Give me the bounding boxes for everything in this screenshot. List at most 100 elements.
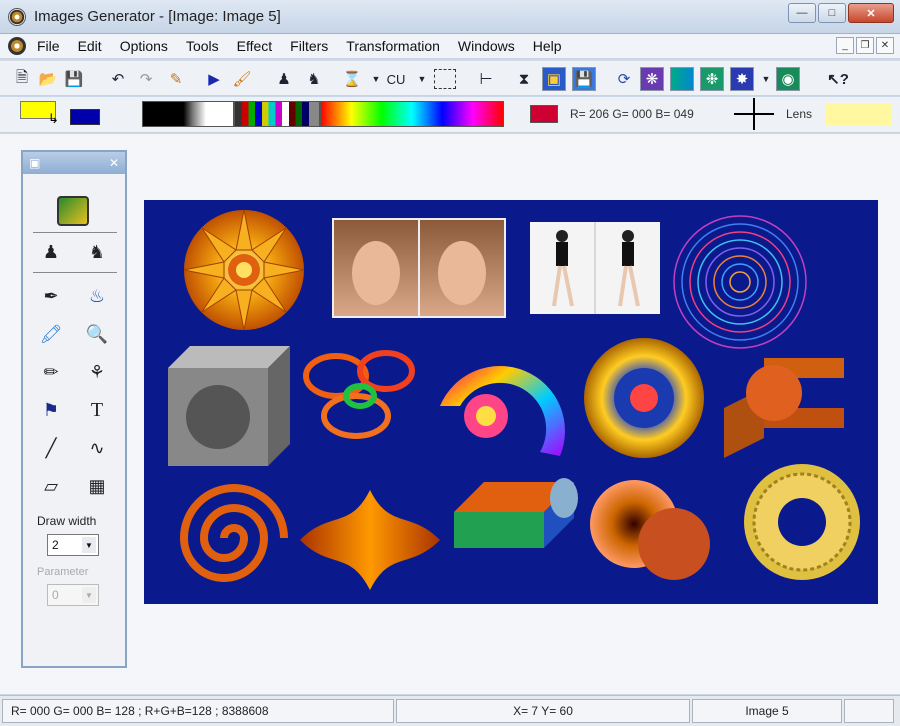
menu-options[interactable]: Options (111, 38, 177, 54)
document-icon[interactable] (8, 37, 26, 55)
minimize-button[interactable]: — (788, 3, 816, 23)
menu-bar: File Edit Options Tools Effect Filters T… (0, 34, 900, 58)
frame-icon[interactable]: ▣ (542, 67, 566, 91)
cube-image (168, 346, 290, 466)
gradient-icon[interactable] (670, 67, 694, 91)
parameter-value: 0 (52, 588, 59, 602)
play-icon[interactable]: ▶ (202, 67, 226, 91)
menu-effect[interactable]: Effect (228, 38, 282, 54)
open-folder-icon[interactable]: 📂 (36, 67, 60, 91)
panel-icon: ▣ (29, 156, 41, 170)
grayscale-palette[interactable] (142, 101, 234, 127)
stamp-icon[interactable]: ♟ (272, 67, 296, 91)
spiral-image (179, 484, 288, 582)
draw-width-value: 2 (52, 538, 59, 552)
shapes-tool-icon[interactable] (57, 196, 89, 226)
redo-icon[interactable]: ↷ (134, 67, 158, 91)
menu-help[interactable]: Help (524, 38, 571, 54)
chevron-down-icon[interactable]: ▼ (410, 67, 434, 91)
zoom-tool-icon[interactable]: 🔍 (83, 320, 111, 348)
lens-label: Lens (786, 107, 813, 121)
portrait-pair-image (332, 218, 506, 318)
texture-icon[interactable]: ◉ (776, 67, 800, 91)
menu-windows[interactable]: Windows (449, 38, 524, 54)
polygon-tool-icon[interactable]: ▱ (37, 472, 65, 500)
spectrum-palette[interactable] (320, 101, 504, 127)
rgb-readout: R= 206 G= 000 B= 049 (570, 107, 694, 121)
spray-tool-icon[interactable]: ⚘ (83, 358, 111, 386)
close-button[interactable]: ✕ (848, 3, 894, 23)
menu-transformation[interactable]: Transformation (337, 38, 449, 54)
lens-preview (826, 103, 892, 125)
pattern-icon[interactable]: ❋ (640, 67, 664, 91)
status-extra (844, 699, 894, 723)
flip-icon[interactable]: ⧗ (512, 67, 536, 91)
pen-tool-icon[interactable]: ✏ (37, 358, 65, 386)
menu-edit[interactable]: Edit (69, 38, 111, 54)
divider (33, 272, 117, 273)
menu-tools[interactable]: Tools (177, 38, 228, 54)
size-button[interactable]: CU (384, 67, 408, 91)
new-file-icon[interactable]: 🗎 (10, 67, 34, 91)
status-color-info: R= 000 G= 000 B= 128 ; R+G+B=128 ; 83886… (2, 699, 394, 723)
status-image-name: Image 5 (692, 699, 842, 723)
save-icon[interactable]: 💾 (62, 67, 86, 91)
draw-width-label: Draw width (37, 514, 97, 528)
crosshair-preview (734, 98, 774, 130)
spirograph-image (673, 215, 807, 349)
clone-icon[interactable]: ♞ (302, 67, 326, 91)
doc-restore-button[interactable]: ❐ (856, 37, 874, 54)
tools-panel: ▣ ✕ ♟ ♞ ✒ ♨ 🖍 🔍 ✏ ⚘ ⚑ T ╱ ∿ ▱ ▦ Draw wid… (21, 150, 127, 668)
sunflower-image (183, 209, 305, 331)
refresh-icon[interactable]: ⟳ (612, 67, 636, 91)
swap-colors-icon[interactable]: ↳ (48, 111, 59, 127)
maximize-button[interactable]: □ (818, 3, 846, 23)
chevron-down-icon[interactable]: ▼ (82, 537, 96, 553)
app-icon[interactable] (8, 7, 26, 26)
title-bar: Images Generator - [Image: Image 5] — □ … (0, 0, 900, 34)
fill-bucket-tool-icon[interactable]: ♨ (83, 282, 111, 310)
curve-tool-icon[interactable]: ∿ (83, 434, 111, 462)
text-tool-icon[interactable]: T (83, 396, 111, 424)
chevron-down-icon: ▼ (82, 587, 96, 603)
selection-icon[interactable] (434, 69, 456, 89)
doc-minimize-button[interactable]: _ (836, 37, 854, 54)
hourglass-icon[interactable]: ⌛ (340, 67, 364, 91)
line-tool-icon[interactable]: ╱ (37, 434, 65, 462)
copper-disc-image (590, 480, 710, 580)
paint-tool-icon[interactable]: ⚑ (37, 396, 65, 424)
tools-panel-header[interactable]: ▣ ✕ (23, 152, 125, 174)
paint-icon[interactable]: 🖌 (230, 67, 254, 91)
grid-tool-icon[interactable]: ▦ (83, 472, 111, 500)
dancer-pair-image (530, 222, 660, 314)
menu-file[interactable]: File (28, 38, 69, 54)
pencil-tool-icon[interactable]: ✒ (37, 282, 65, 310)
eyedropper-tool-icon[interactable]: 🖍 (37, 320, 65, 348)
chevron-down-icon[interactable]: ▼ (754, 67, 778, 91)
color-palette-bar: ↳ R= 206 G= 000 B= 049 Lens (0, 97, 900, 133)
flame-shape-image (300, 490, 440, 590)
fractal-icon[interactable]: ❉ (700, 67, 724, 91)
doc-close-button[interactable]: ✕ (876, 37, 894, 54)
help-pointer-icon[interactable]: ↖? (826, 67, 850, 91)
menu-filters[interactable]: Filters (281, 38, 337, 54)
background-color-swatch[interactable] (70, 109, 100, 125)
main-toolbar: 🗎 📂 💾 ↶ ↷ ✎ ▶ 🖌 ♟ ♞ ⌛ ▼ CU ▼ ⊢ ⧗ ▣ 💾 ⟳ ❋… (0, 60, 900, 96)
brush-icon[interactable]: ✎ (164, 67, 188, 91)
image-save-icon[interactable]: 💾 (572, 67, 596, 91)
brush-b-tool-icon[interactable]: ♞ (83, 238, 111, 266)
draw-width-select[interactable]: 2 ▼ (47, 534, 99, 556)
status-coordinates: X= 7 Y= 60 (396, 699, 690, 723)
brush-a-tool-icon[interactable]: ♟ (37, 238, 65, 266)
image-canvas[interactable] (144, 200, 878, 604)
parameter-select: 0 ▼ (47, 584, 99, 606)
resize-icon[interactable]: ⊢ (474, 67, 498, 91)
window-title: Images Generator - [Image: Image 5] (34, 8, 281, 25)
parameter-label: Parameter (37, 566, 89, 578)
undo-icon[interactable]: ↶ (106, 67, 130, 91)
basic-colors-palette[interactable] (234, 101, 320, 127)
star-icon[interactable]: ✸ (730, 67, 754, 91)
panel-close-icon[interactable]: ✕ (109, 156, 119, 170)
document-window-controls: _ ❐ ✕ (836, 37, 894, 54)
canvas-artwork (168, 209, 860, 590)
